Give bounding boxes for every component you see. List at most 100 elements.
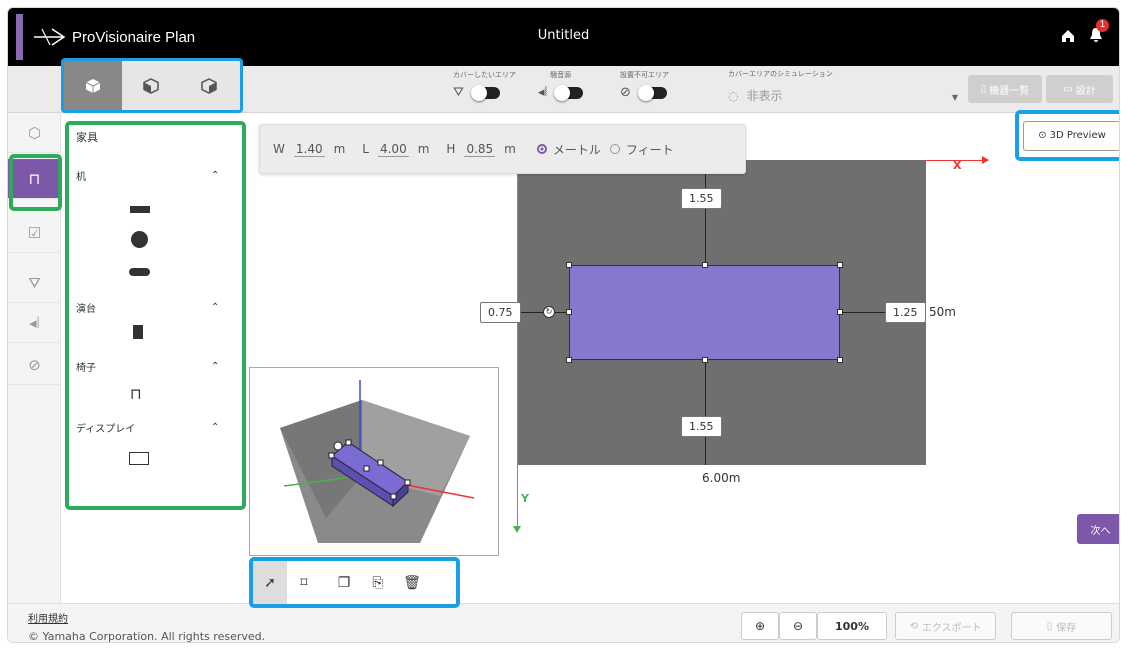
resize-handle[interactable] [566,357,572,363]
width-input[interactable]: 1.40 [293,142,325,157]
rail-noise-button[interactable]: ◂⦚ [8,303,61,343]
next-button[interactable]: 次へ [1077,514,1119,544]
round-desk-item[interactable] [131,231,148,248]
chevron-up-icon[interactable]: ⌃ [211,422,219,433]
eye-off-icon: ◌ [728,88,739,103]
save-button[interactable]: ▯ 保存 [1011,612,1112,640]
terms-link[interactable]: 利用規約 [28,610,68,625]
rail-cover-area-button[interactable]: ⛛ [8,263,61,303]
area-icon: ⛛ [453,85,464,100]
trash-icon: 🗑 [403,574,421,591]
oval-desk-item[interactable] [129,268,150,276]
cube-side-icon [143,77,159,94]
top-distance-label[interactable]: 1.55 [681,188,722,209]
category-desk[interactable]: 机 [76,168,86,183]
panel-header: 家具 [76,131,98,144]
resize-handle[interactable] [702,262,708,268]
delete-button[interactable]: 🗑 [395,561,429,604]
resize-handle[interactable] [566,309,572,315]
chevron-up-icon[interactable]: ⌃ [211,302,219,313]
view-side-button[interactable] [122,61,180,110]
app-window: ProVisionaire Plan Untitled 1 カバーしたいエリア … [7,7,1120,643]
width-unit: m [333,142,346,156]
no-install-icon: ⊘ [28,355,41,374]
3d-preview-panel[interactable] [249,367,499,556]
right-distance-label[interactable]: 1.25 [885,302,926,323]
simulation-label: カバーエリアのシミュレーション [728,70,833,78]
paste-button[interactable]: ⎘ [361,561,395,604]
resize-handle[interactable] [837,262,843,268]
resize-handle[interactable] [837,357,843,363]
podium-item[interactable] [133,325,143,339]
category-chair[interactable]: 椅子 [76,359,96,374]
chair-icon[interactable]: ⊓ [130,385,142,403]
toggle-noise-source[interactable]: 騒音源 ◂⦚ [538,70,584,101]
export-button[interactable]: ⟲ エクスポート [895,612,996,640]
toggle-switch[interactable] [637,84,667,101]
zoom-level[interactable]: 100% [817,612,887,640]
rail-checklist-button[interactable]: ☑ [8,213,61,253]
radio-unchecked-icon [609,144,620,154]
room-cube-icon: ⬡ [27,123,42,142]
rail-room-button[interactable]: ⬡ [8,113,61,153]
chevron-up-icon[interactable]: ⌃ [211,170,219,181]
duplicate-button[interactable]: ❐ [327,561,361,604]
document-title: Untitled [537,28,590,43]
length-input[interactable]: 4.00 [377,142,409,157]
toggle-label: カバーしたいエリア [453,71,516,79]
notification-badge: 1 [1096,19,1109,32]
area-icon: ⛛ [28,273,41,292]
rail-no-install-button[interactable]: ⊘ [8,345,61,385]
view-top-button[interactable] [64,61,122,110]
room-depth-label: 50m [929,305,956,319]
view-front-button[interactable] [180,61,238,110]
home-icon[interactable] [1059,27,1077,45]
length-label: L [362,142,369,156]
height-unit: m [504,142,516,156]
width-label: W [273,142,285,156]
display-item[interactable] [129,452,149,465]
paste-icon: ⎘ [372,574,384,591]
unit-meter-radio[interactable]: メートル [536,141,601,158]
rect-desk-item[interactable] [130,206,150,213]
radio-checked-icon [536,144,547,154]
zoom-in-icon: ⊕ [754,619,766,633]
lasso-icon: ⌑ [300,574,308,591]
select-tool-button[interactable]: ➚ [253,561,287,604]
edit-toolbar: ➚ ⌑ ❐ ⎘ 🗑 [249,557,460,608]
category-display[interactable]: ディスプレイ [76,420,135,435]
equipment-list-button[interactable]: ▯ 機器一覧 [968,75,1042,103]
view-mode-group [61,58,243,113]
toggle-label: 騒音源 [550,71,572,79]
zoom-out-button[interactable]: ⊖ [779,612,817,640]
toggle-cover-area[interactable]: カバーしたいエリア ⛛ [453,70,516,101]
zoom-in-button[interactable]: ⊕ [741,612,779,640]
chevron-up-icon[interactable]: ⌃ [211,361,219,372]
height-input[interactable]: 0.85 [464,142,496,157]
toggle-switch[interactable] [470,84,500,101]
y-axis-label: Y [521,492,529,505]
resize-handle[interactable] [566,262,572,268]
rotate-handle-icon[interactable]: ↻ [543,306,555,318]
design-button[interactable]: ▭ 設計 [1046,75,1113,103]
bottom-distance-label[interactable]: 1.55 [681,416,722,437]
3d-preview-button[interactable]: ⊙ 3D Preview [1023,120,1119,151]
left-distance-label[interactable]: 0.75 [480,302,521,323]
selected-desk[interactable] [569,265,840,360]
lasso-tool-button[interactable]: ⌑ [287,561,321,604]
simulation-select[interactable]: カバーエリアのシミュレーション ◌ 非表示 ▼ [728,69,958,104]
document-icon: ▯ [980,83,987,95]
resize-handle[interactable] [837,309,843,315]
resize-handle[interactable] [702,357,708,363]
unit-feet-radio[interactable]: フィート [609,141,674,158]
toggle-no-install-area[interactable]: 設置不可エリア ⊘ [620,70,669,101]
dimension-bar: W 1.40 m L 4.00 m H 0.85 m メートル フィート [259,124,746,174]
duplicate-icon: ❐ [337,574,351,591]
folder-icon: ▭ [1063,83,1073,95]
category-podium[interactable]: 演台 [76,300,96,315]
export-icon: ⟲ [909,620,918,632]
copyright-text: © Yamaha Corporation. All rights reserve… [28,630,266,643]
toggle-switch[interactable] [554,84,584,101]
length-unit: m [417,142,430,156]
y-axis-arrow [513,526,521,533]
